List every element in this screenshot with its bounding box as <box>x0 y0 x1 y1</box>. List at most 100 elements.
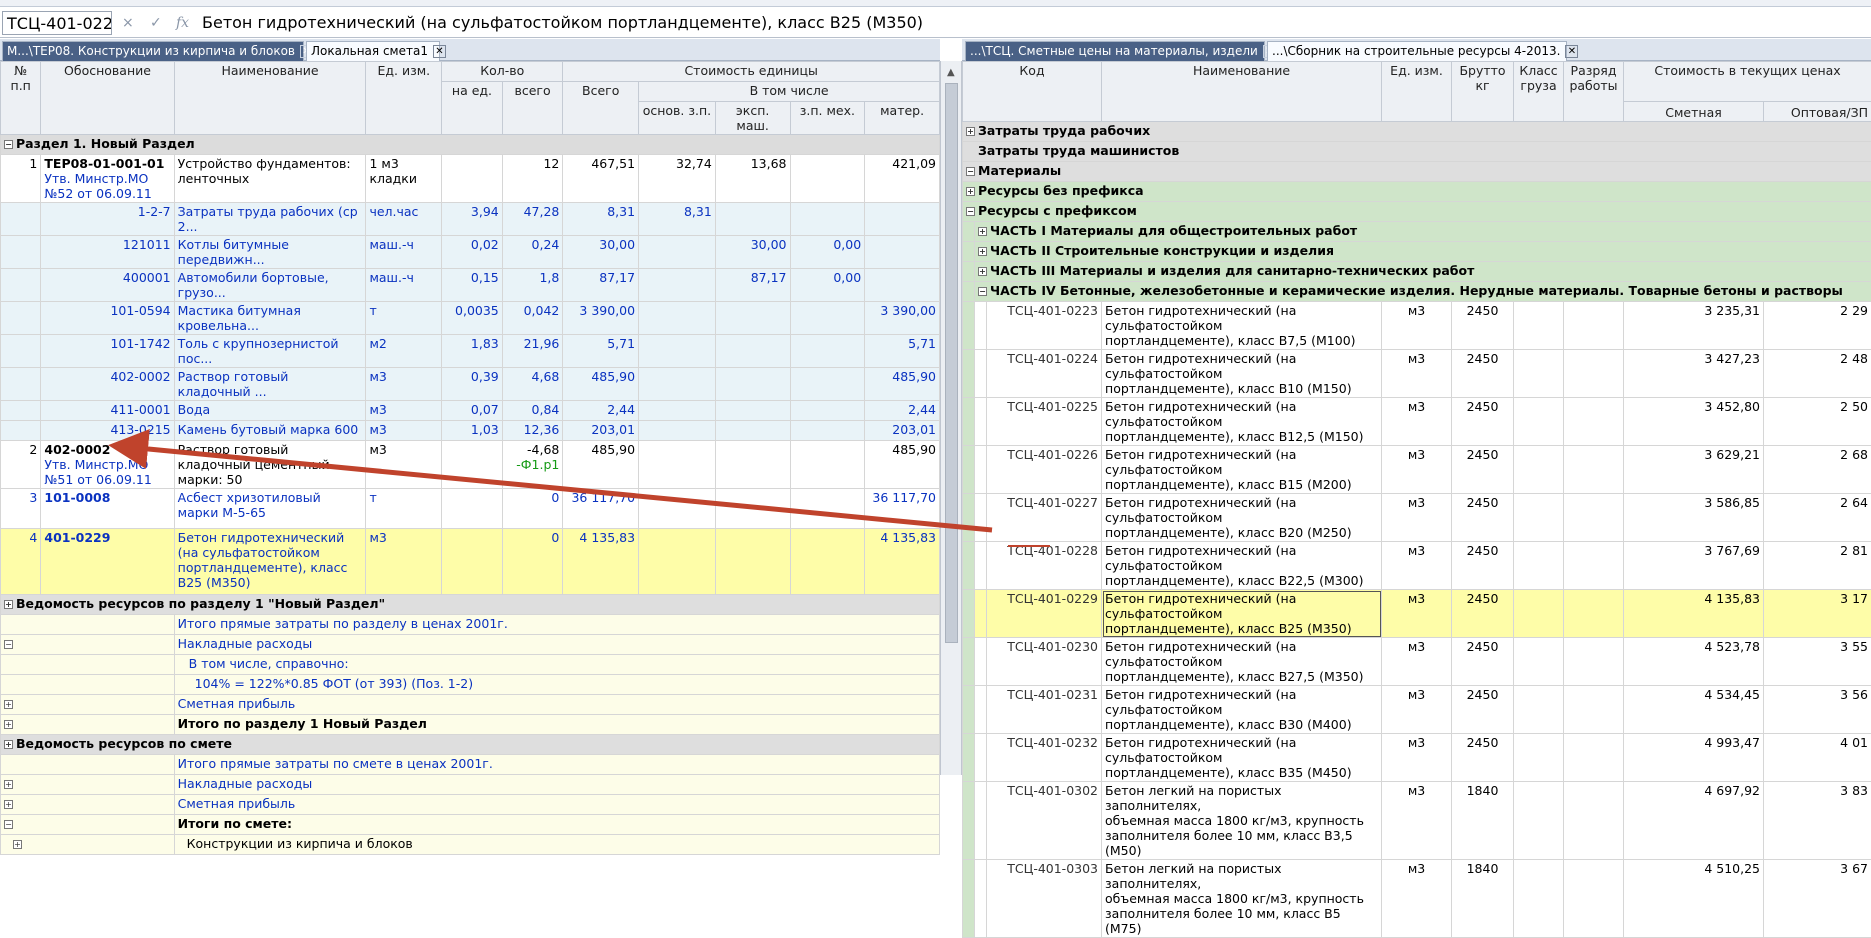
expand-icon[interactable]: + <box>4 780 13 789</box>
col-unit[interactable]: Ед. изм. <box>1382 62 1452 122</box>
col-osn[interactable]: основ. з.п. <box>639 102 716 135</box>
summary-row[interactable]: Итого прямые затраты по смете в ценах 20… <box>1 755 940 775</box>
group-row[interactable]: +ЧАСТЬ III Материалы и изделия для санит… <box>963 262 1871 282</box>
expand-icon[interactable]: + <box>966 127 975 136</box>
function-icon[interactable]: fx <box>176 15 189 31</box>
group-row[interactable]: +Ведомость ресурсов по разделу 1 "Новый … <box>1 595 940 615</box>
resource-row[interactable]: 1-2-7Затраты труда рабочих (ср 2...чел.ч… <box>1 203 940 236</box>
catalog-row[interactable]: ТСЦ-401-0230Бетон гидротехнический (на с… <box>963 638 1871 686</box>
resource-row[interactable]: 402-0002Раствор готовый кладочный ...м30… <box>1 368 940 401</box>
catalog-row[interactable]: ТСЦ-401-0227Бетон гидротехнический (на с… <box>963 494 1871 542</box>
catalog-row[interactable]: ТСЦ-401-0226Бетон гидротехнический (на с… <box>963 446 1871 494</box>
summary-row[interactable]: 104% = 122%*0.85 ФОТ (от 393) (Поз. 1-2) <box>1 675 940 695</box>
col-qty-per[interactable]: на ед. <box>442 82 503 135</box>
catalog-row[interactable]: ТСЦ-401-0302Бетон легкий на пористых зап… <box>963 782 1871 860</box>
group-row[interactable]: +Ресурсы без префикса <box>963 182 1871 202</box>
catalog-row[interactable]: ТСЦ-401-0232Бетон гидротехнический (на с… <box>963 734 1871 782</box>
scroll-up-icon[interactable]: ▲ <box>947 67 955 78</box>
col-eksp[interactable]: эксп. маш. <box>715 102 790 135</box>
resource-row[interactable]: 400001Автомобили бортовые, грузо...маш.-… <box>1 269 940 302</box>
expand-icon[interactable]: + <box>4 700 13 709</box>
vertical-scrollbar[interactable]: ▲ <box>940 61 962 775</box>
row-sub[interactable]: №51 от 06.09.11 <box>44 472 170 487</box>
catalog-row[interactable]: ТСЦ-401-0231Бетон гидротехнический (на с… <box>963 686 1871 734</box>
resource-row[interactable]: 121011Котлы битумные передвижн...маш.-ч0… <box>1 236 940 269</box>
col-stoim[interactable]: Стоимость в текущих ценах <box>1624 62 1871 102</box>
expand-icon[interactable]: + <box>4 800 13 809</box>
tab-tsc-prices[interactable]: ...\ТСЦ. Сметные цены на материалы, изде… <box>965 41 1265 61</box>
expand-icon[interactable]: + <box>4 720 13 729</box>
summary-row[interactable]: В том числе, справочно: <box>1 655 940 675</box>
col-code[interactable]: Код <box>963 62 1102 122</box>
summary-row[interactable]: −Итоги по смете: <box>1 815 940 835</box>
collapse-icon[interactable]: − <box>966 167 975 176</box>
group-row[interactable]: −ЧАСТЬ IV Бетонные, железобетонные и кер… <box>963 282 1871 302</box>
col-incl[interactable]: В том числе <box>639 82 940 102</box>
group-row[interactable]: −Ресурсы с префиксом <box>963 202 1871 222</box>
summary-row[interactable]: +Конструкции из кирпича и блоков <box>1 835 940 855</box>
row-sub[interactable]: №52 от 06.09.11 <box>44 186 170 201</box>
resource-row[interactable]: 411-0001Водам30,070,842,442,44 <box>1 401 940 421</box>
catalog-row[interactable]: ТСЦ-401-0303Бетон легкий на пористых зап… <box>963 860 1871 938</box>
row-sub[interactable]: Утв. Минстр.МО <box>44 171 170 186</box>
formula-value[interactable]: Бетон гидротехнический (на сульфатостойк… <box>202 13 923 32</box>
group-row[interactable]: Затраты труда машинистов <box>963 142 1871 162</box>
close-icon[interactable]: ✕ <box>433 45 446 58</box>
resource-row[interactable]: 101-0594Мастика битумная кровельна...т0,… <box>1 302 940 335</box>
resource-row[interactable]: 101-1742Толь с крупнозернистой пос...м21… <box>1 335 940 368</box>
collapse-icon[interactable]: − <box>966 207 975 216</box>
summary-row[interactable]: +Накладные расходы <box>1 775 940 795</box>
catalog-row[interactable]: ТСЦ-401-0223Бетон гидротехнический (на с… <box>963 302 1871 350</box>
col-klass[interactable]: Класс груза <box>1514 62 1564 122</box>
col-razr[interactable]: Разряд работы <box>1564 62 1624 122</box>
selected-row[interactable]: 4 401-0229 Бетон гидротехнический (на су… <box>1 529 940 595</box>
group-row[interactable]: +ЧАСТЬ I Материалы для общестроительных … <box>963 222 1871 242</box>
tab-local-smeta[interactable]: Локальная смета1✕ <box>306 41 440 61</box>
resource-row[interactable]: 413-0215Камень бутовый марка 600м31,0312… <box>1 421 940 441</box>
summary-row[interactable]: −Накладные расходы <box>1 635 940 655</box>
col-qty-total[interactable]: всего <box>502 82 563 135</box>
confirm-icon[interactable]: ✓ <box>150 15 162 31</box>
group-row[interactable]: −Материалы <box>963 162 1871 182</box>
cell-reference-field[interactable]: ТСЦ-401-0229 <box>2 11 112 35</box>
selected-catalog-row[interactable]: ТСЦ-401-0229Бетон гидротехнический (на с… <box>963 590 1871 638</box>
col-opt[interactable]: Оптовая/ЗП <box>1764 102 1871 122</box>
tab-ter08[interactable]: М...\ТЕР08. Конструкции из кирпича и бло… <box>2 41 304 61</box>
tab-sbornik[interactable]: ...\Сборник на строительные ресурсы 4-20… <box>1267 41 1567 61</box>
expand-icon[interactable]: + <box>966 187 975 196</box>
col-name[interactable]: Наименование <box>1102 62 1382 122</box>
cancel-icon[interactable]: × <box>122 15 134 31</box>
expand-icon[interactable]: + <box>4 600 13 609</box>
catalog-row[interactable]: ТСЦ-401-0228Бетон гидротехнический (на с… <box>963 542 1871 590</box>
expand-icon[interactable]: + <box>978 227 987 236</box>
collapse-icon[interactable]: − <box>4 140 13 149</box>
col-mater[interactable]: матер. <box>865 102 940 135</box>
col-cost[interactable]: Стоимость единицы <box>563 62 940 82</box>
group-row[interactable]: +ЧАСТЬ II Строительные конструкции и изд… <box>963 242 1871 262</box>
col-qty[interactable]: Кол-во <box>442 62 563 82</box>
close-icon[interactable]: ✕ <box>1565 45 1578 58</box>
expand-icon[interactable]: + <box>978 267 987 276</box>
section-row[interactable]: −Раздел 1. Новый Раздел <box>1 135 940 155</box>
summary-row[interactable]: Итого прямые затраты по разделу в ценах … <box>1 615 940 635</box>
table-row[interactable]: 2 402-0002Утв. Минстр.МО№51 от 06.09.11 … <box>1 441 940 489</box>
summary-row[interactable]: +Итого по разделу 1 Новый Раздел <box>1 715 940 735</box>
col-name[interactable]: Наименование <box>174 62 366 135</box>
group-row[interactable]: +Затраты труда рабочих <box>963 122 1871 142</box>
catalog-row[interactable]: ТСЦ-401-0225Бетон гидротехнический (на с… <box>963 398 1871 446</box>
row-sub[interactable]: Утв. Минстр.МО <box>44 457 170 472</box>
table-row[interactable]: 3 101-0008 Асбест хризотиловый марки М-5… <box>1 489 940 529</box>
col-zpmeh[interactable]: з.п. мех. <box>790 102 865 135</box>
expand-icon[interactable]: + <box>4 740 13 749</box>
collapse-icon[interactable]: − <box>4 820 13 829</box>
col-unit[interactable]: Ед. изм. <box>366 62 442 135</box>
col-basis[interactable]: Обоснование <box>41 62 174 135</box>
expand-icon[interactable]: + <box>978 247 987 256</box>
group-row[interactable]: +Ведомость ресурсов по смете <box>1 735 940 755</box>
col-total[interactable]: Всего <box>563 82 639 135</box>
col-brutto[interactable]: Брутто кг <box>1452 62 1514 122</box>
expand-icon[interactable]: + <box>13 840 22 849</box>
col-num[interactable]: № п.п <box>1 62 41 135</box>
summary-row[interactable]: +Сметная прибыль <box>1 795 940 815</box>
table-row[interactable]: 1 ТЕР08-01-001-01Утв. Минстр.МО№52 от 06… <box>1 155 940 203</box>
